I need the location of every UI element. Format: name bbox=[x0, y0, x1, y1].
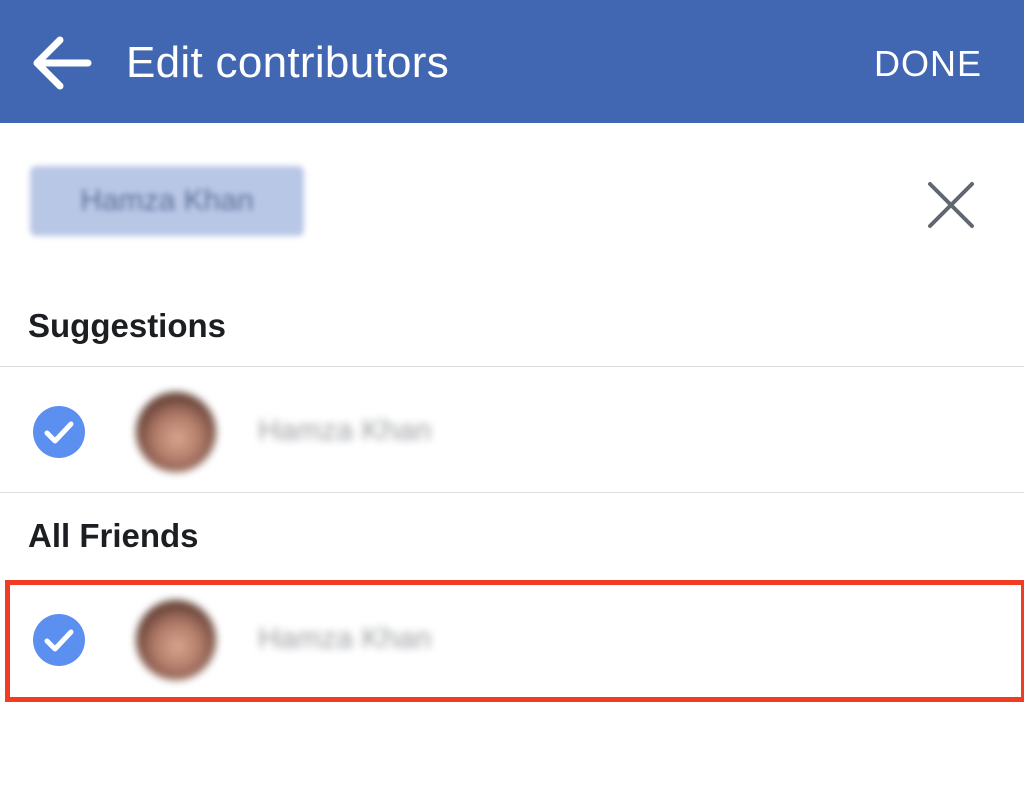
friend-name: Hamza Khan bbox=[258, 414, 432, 447]
selected-check-icon[interactable] bbox=[32, 613, 86, 667]
back-button[interactable] bbox=[24, 28, 100, 98]
divider bbox=[0, 366, 1024, 367]
chip-label: Hamza Khan bbox=[80, 184, 254, 217]
avatar bbox=[136, 600, 216, 680]
page-title: Edit contributors bbox=[126, 38, 450, 87]
list-item[interactable]: Hamza Khan bbox=[0, 580, 1024, 704]
selected-contributor-chip[interactable]: Hamza Khan bbox=[30, 166, 304, 236]
clear-selection-button[interactable] bbox=[922, 176, 980, 234]
divider bbox=[0, 492, 1024, 493]
done-button[interactable]: DONE bbox=[874, 38, 982, 90]
selected-check-icon[interactable] bbox=[32, 405, 86, 459]
friend-name: Hamza Khan bbox=[258, 622, 432, 655]
avatar bbox=[136, 392, 216, 472]
section-title-all-friends: All Friends bbox=[28, 517, 199, 554]
arrow-left-icon bbox=[33, 36, 92, 90]
list-item[interactable]: Hamza Khan bbox=[0, 368, 1024, 492]
close-icon bbox=[928, 182, 974, 228]
app-bar: Edit contributors DONE bbox=[0, 0, 1024, 123]
section-title-suggestions: Suggestions bbox=[28, 307, 227, 344]
